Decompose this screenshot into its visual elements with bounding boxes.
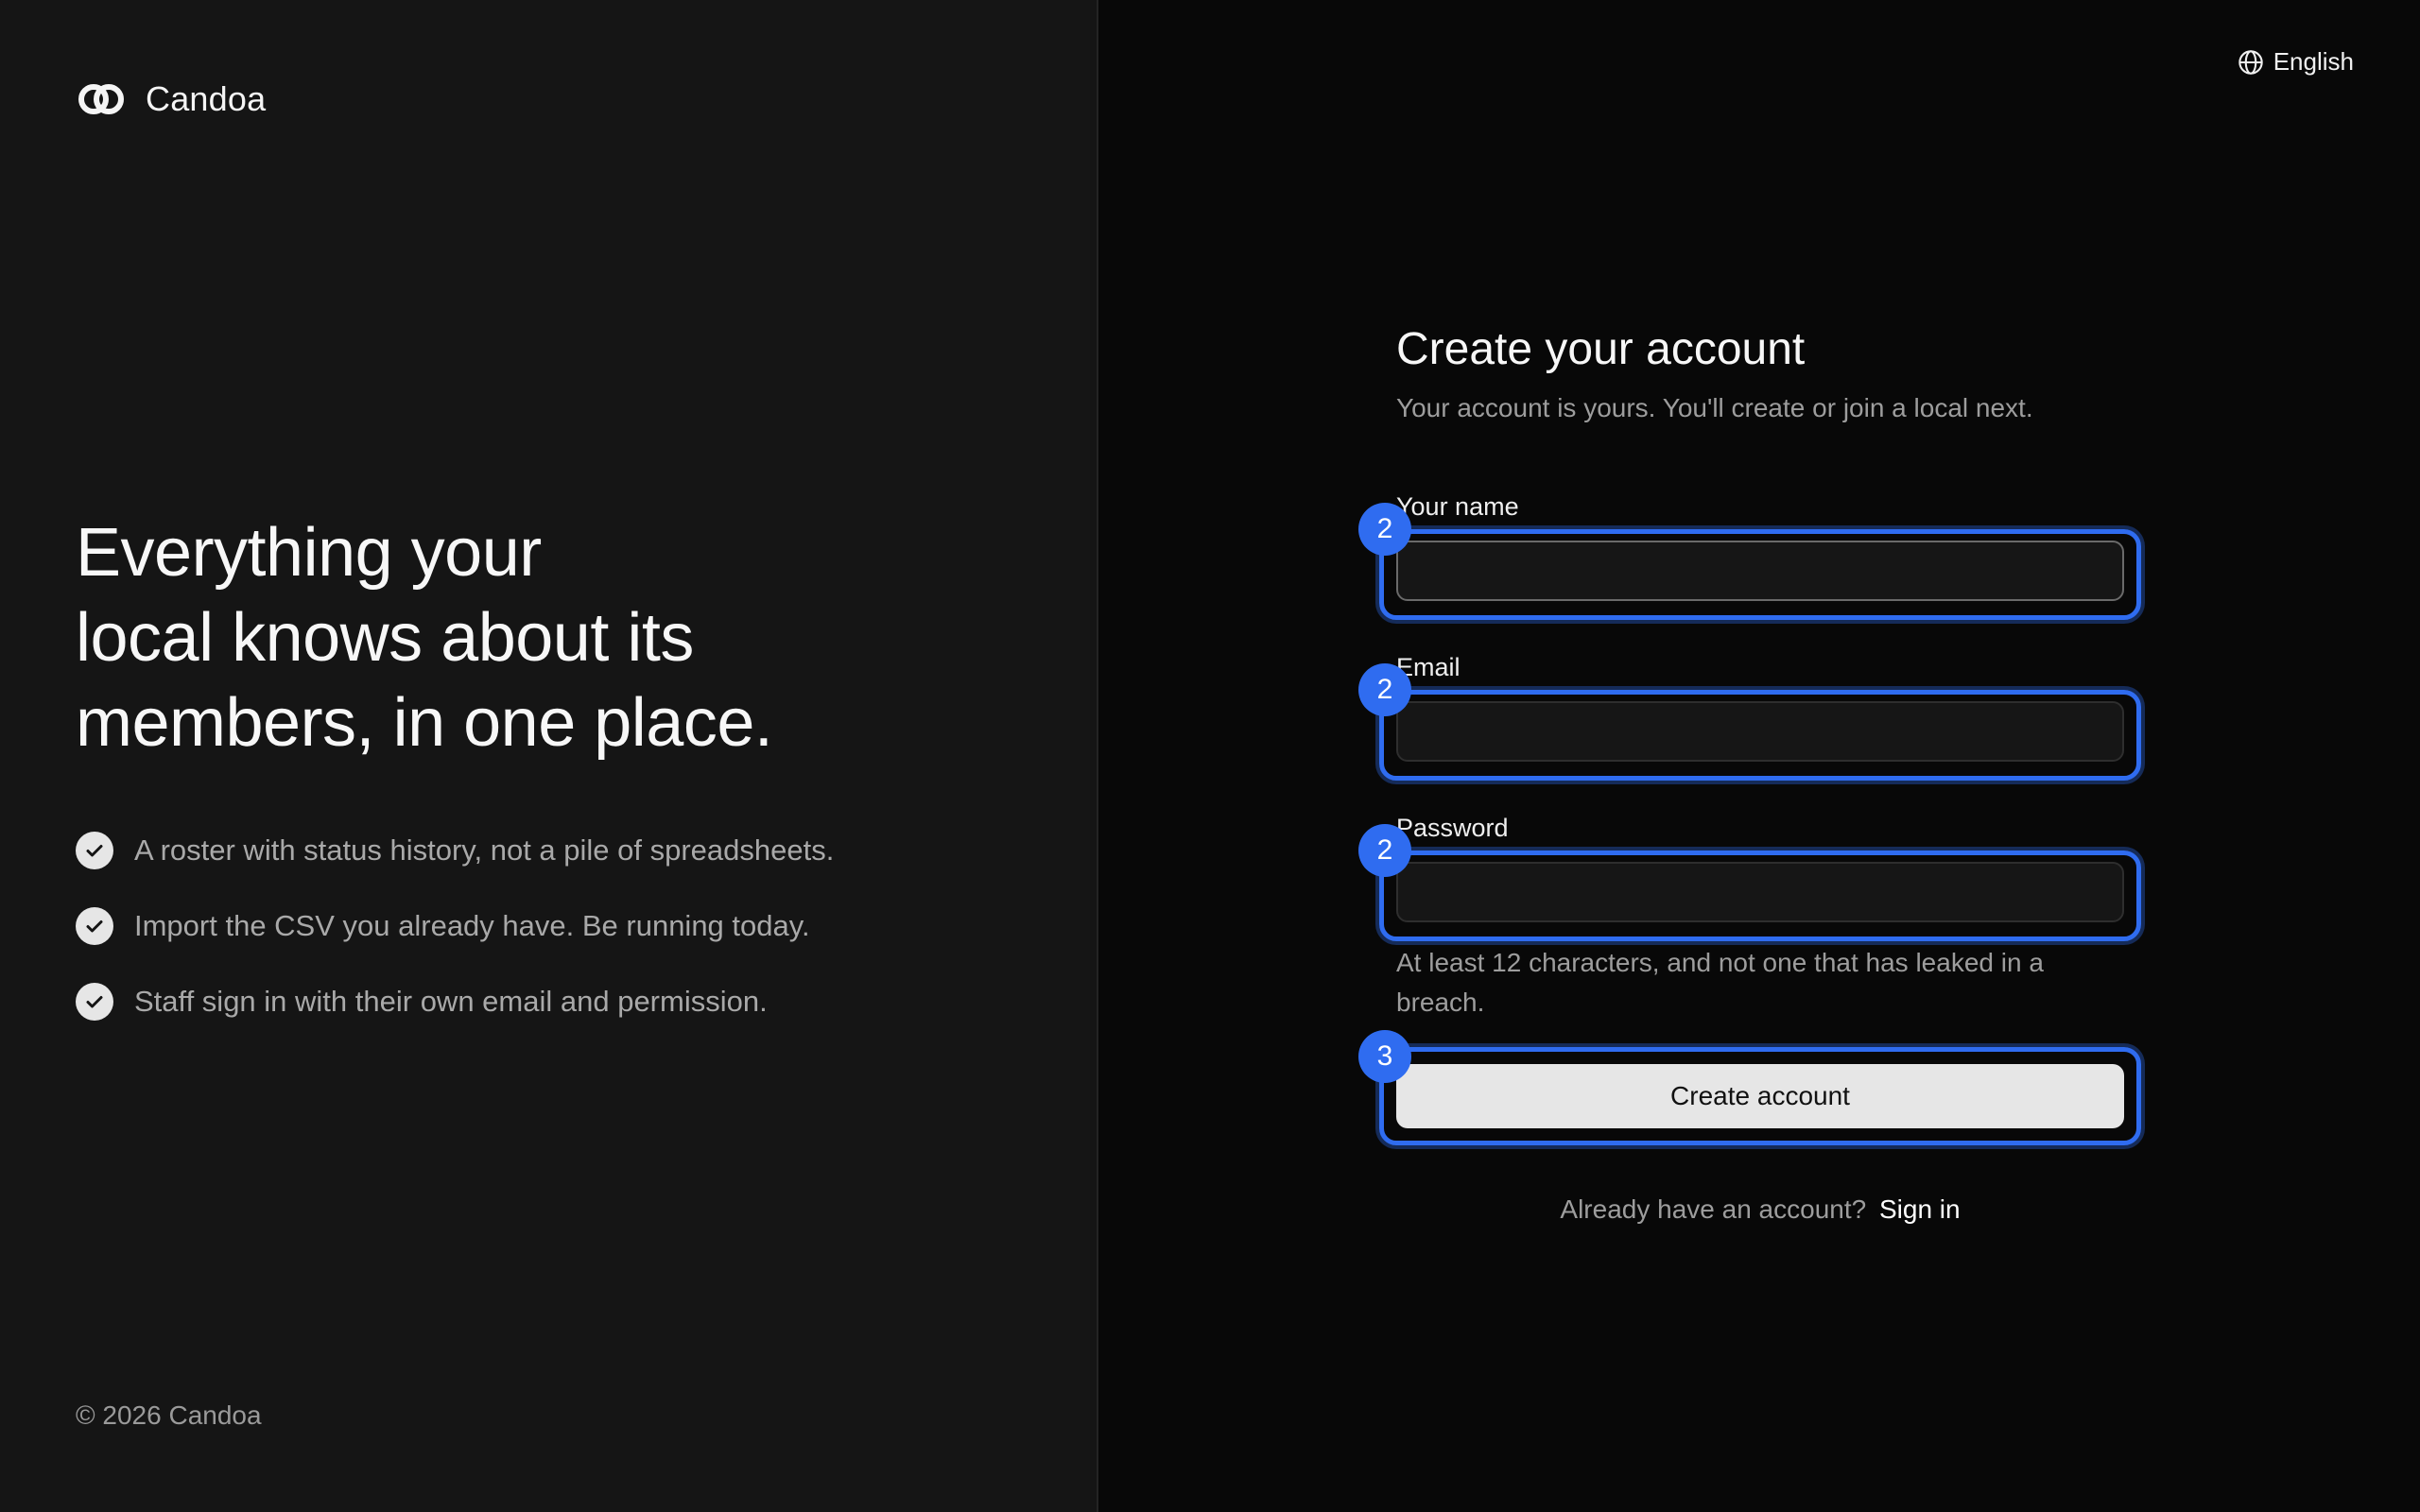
email-label: Email [1396, 653, 1461, 681]
step-badge: 3 [1358, 1030, 1411, 1083]
feature-item: Staff sign in with their own email and p… [76, 983, 834, 1021]
signup-page: Candoa Everything your local knows about… [0, 0, 2420, 1512]
signin-link[interactable]: Sign in [1879, 1194, 1961, 1224]
form-title: Create your account [1396, 324, 1806, 374]
password-help-text: At least 12 characters, and not one that… [1396, 948, 2044, 1017]
language-label: English [2273, 47, 2354, 76]
feature-text: Import the CSV you already have. Be runn… [134, 909, 810, 942]
check-icon [76, 983, 113, 1021]
copyright: © 2026 Candoa [76, 1400, 262, 1430]
brand-name: Candoa [146, 79, 267, 118]
hero-line: Everything your [76, 515, 542, 591]
form-subtitle: Your account is yours. You'll create or … [1396, 393, 2033, 422]
submit-group: 3 Create account [1358, 1030, 2141, 1145]
email-input[interactable] [1396, 701, 2124, 762]
step-badge: 2 [1358, 663, 1411, 716]
language-selector[interactable]: English [2238, 47, 2354, 77]
feature-text: Staff sign in with their own email and p… [134, 985, 768, 1018]
name-input[interactable] [1396, 541, 2124, 601]
hero-line: members, in one place. [76, 685, 773, 761]
feature-item: Import the CSV you already have. Be runn… [76, 907, 834, 945]
brand[interactable]: Candoa [78, 79, 266, 119]
hero-line: local knows about its [76, 600, 694, 676]
step-badge: 2 [1358, 503, 1411, 556]
marketing-panel: Candoa Everything your local knows about… [0, 0, 1098, 1512]
globe-icon [2238, 49, 2263, 75]
step-badge: 2 [1358, 824, 1411, 877]
email-field-group: Email 2 [1358, 652, 2141, 781]
signup-panel: English Create your account Your account… [1098, 0, 2420, 1512]
feature-list: A roster with status history, not a pile… [76, 832, 834, 1058]
create-account-button[interactable]: Create account [1396, 1064, 2124, 1128]
feature-item: A roster with status history, not a pile… [76, 832, 834, 869]
password-input[interactable] [1396, 862, 2124, 922]
feature-text: A roster with status history, not a pile… [134, 833, 835, 867]
hero-headline: Everything your local knows about its me… [76, 510, 1021, 765]
interlocking-rings-icon [78, 84, 124, 114]
name-field-group: Your name 2 [1358, 491, 2141, 620]
signup-form: Create your account Your account is your… [1358, 321, 2141, 1225]
check-icon [76, 832, 113, 869]
password-label: Password [1396, 814, 1509, 842]
signin-prompt: Already have an account? Sign in [1396, 1194, 2124, 1225]
name-label: Your name [1396, 492, 1519, 521]
check-icon [76, 907, 113, 945]
signin-prompt-text: Already have an account? [1560, 1194, 1867, 1224]
password-field-group: Password 2 [1358, 813, 2141, 941]
